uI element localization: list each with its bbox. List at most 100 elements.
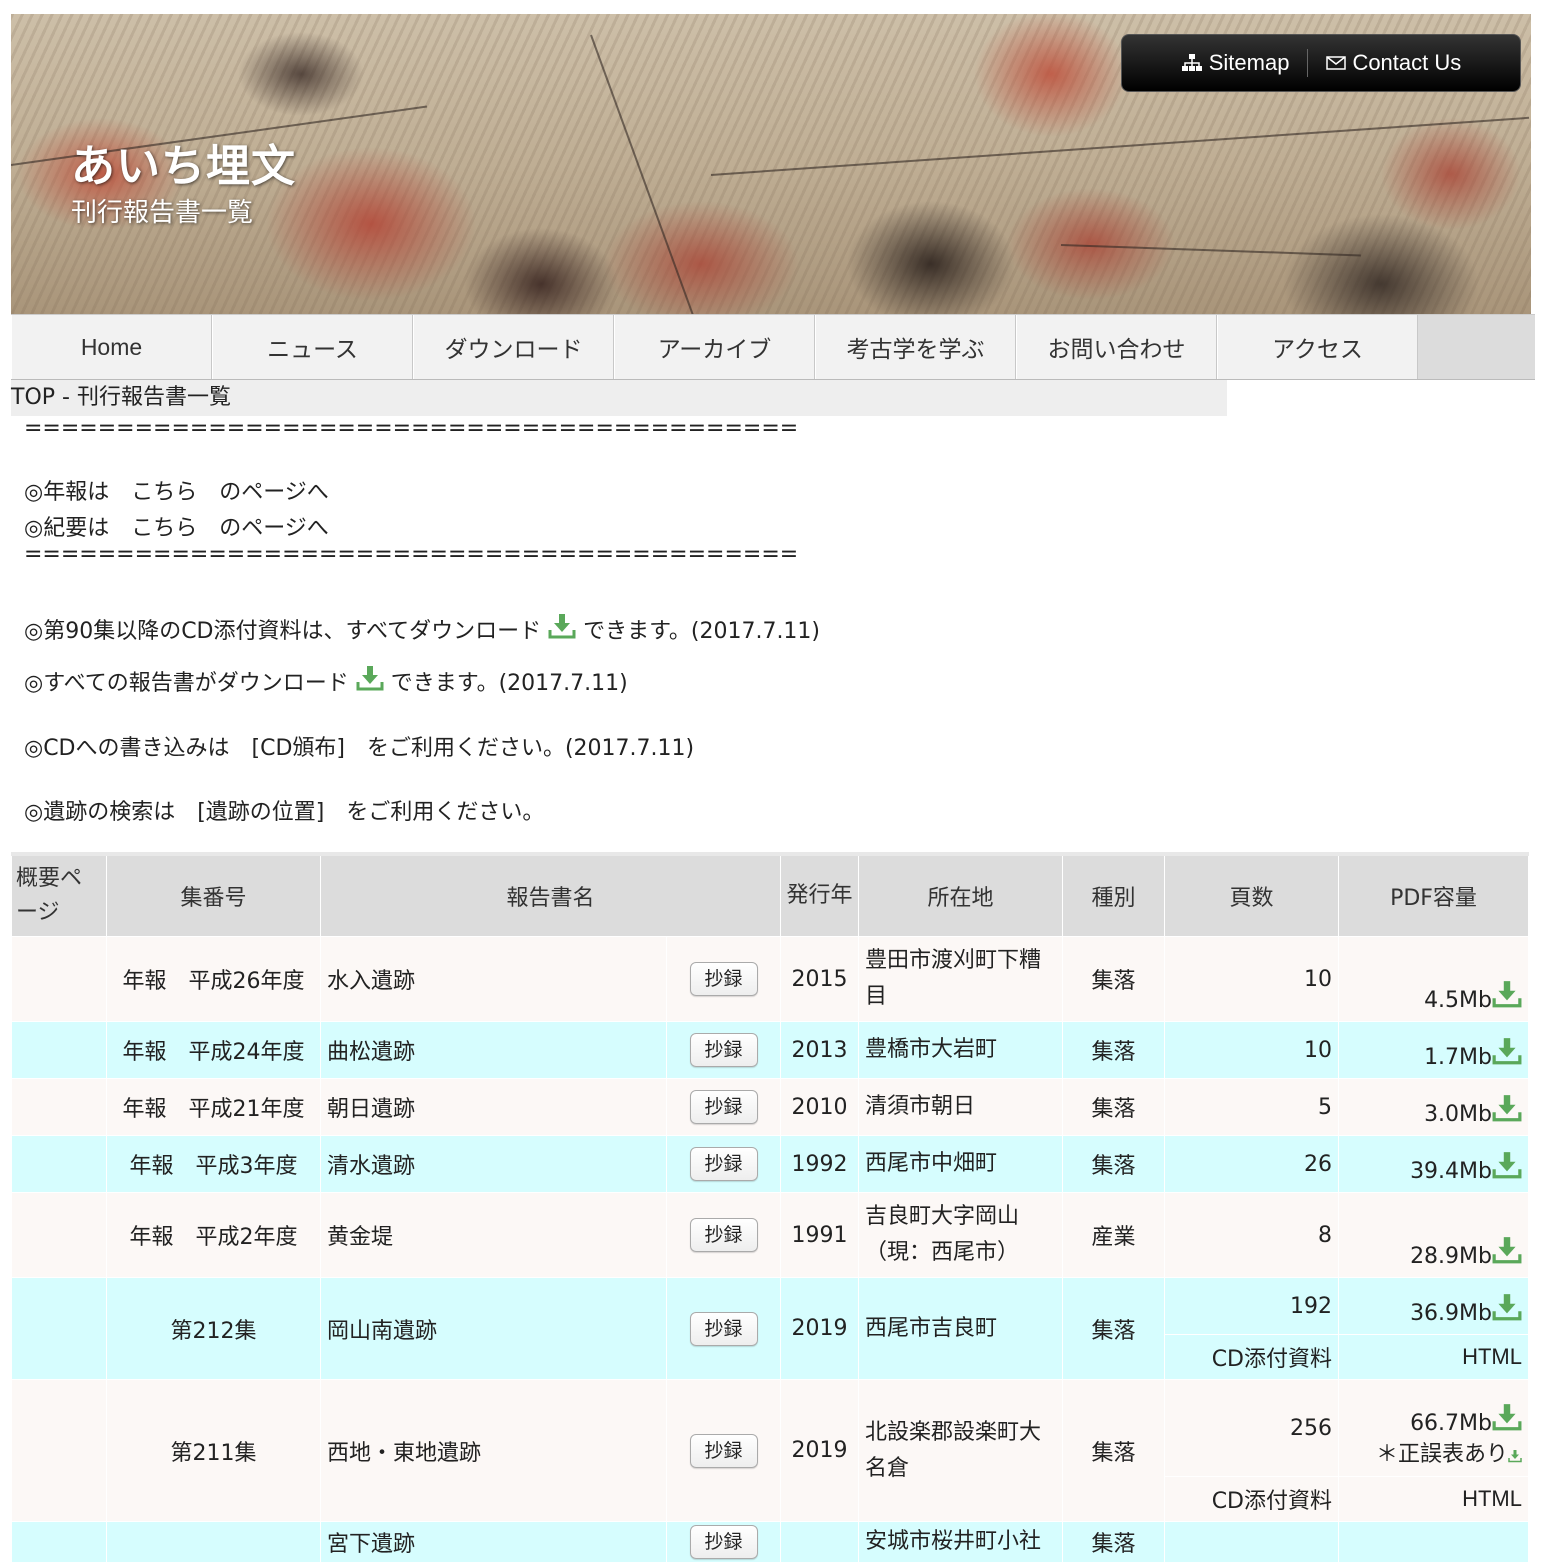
- sitemap-label: Sitemap: [1208, 50, 1290, 75]
- col-header-number: 集番号: [106, 852, 321, 937]
- download-icon[interactable]: [1492, 1036, 1522, 1066]
- download-icon[interactable]: [1492, 1150, 1522, 1180]
- note-all-download: ◎すべての報告書がダウンロード できます。(2017.7.11): [24, 664, 628, 697]
- download-icon[interactable]: [1492, 1235, 1522, 1265]
- abstract-button[interactable]: 抄録: [689, 1147, 758, 1181]
- sitemap-link[interactable]: Sitemap: [1181, 50, 1290, 76]
- download-icon[interactable]: [1492, 1093, 1522, 1123]
- top-links: Sitemap Contact Us: [1121, 34, 1521, 92]
- abstract-button[interactable]: 抄録: [689, 1311, 758, 1346]
- pdf-size-label[interactable]: 1.7Mb: [1424, 1045, 1492, 1070]
- download-icon[interactable]: [1508, 1449, 1522, 1463]
- report-number: 年報 平成21年度: [106, 1078, 321, 1136]
- pdf-size-label[interactable]: 36.9Mb: [1410, 1301, 1492, 1326]
- download-icon[interactable]: [1492, 1292, 1522, 1322]
- note-cd-write[interactable]: ◎CDへの書き込みは [CD頒布] をご利用ください。(2017.7.11): [24, 730, 694, 762]
- col-header-pdf: PDF容量: [1338, 852, 1529, 937]
- report-number: [106, 1521, 321, 1563]
- nav-access[interactable]: アクセス: [1217, 315, 1418, 379]
- pdf-size-label[interactable]: 4.5Mb: [1424, 988, 1492, 1013]
- abstract-cell: 抄録: [666, 1192, 781, 1278]
- nav-contact[interactable]: お問い合わせ: [1016, 315, 1217, 379]
- nav-learn[interactable]: 考古学を学ぶ: [815, 315, 1016, 379]
- page-count: 5: [1164, 1078, 1339, 1136]
- note-cd-date: できます。(2017.7.11): [583, 619, 821, 644]
- site-type: 集落: [1062, 1135, 1165, 1193]
- report-title[interactable]: 宮下遺跡: [320, 1521, 667, 1563]
- overview-cell[interactable]: [11, 1277, 107, 1380]
- location-line: 吉良町大字岡山: [865, 1204, 1020, 1229]
- report-number: 第212集: [106, 1277, 321, 1380]
- abstract-cell: 抄録: [666, 1521, 781, 1563]
- report-title[interactable]: 西地・東地遺跡: [320, 1379, 667, 1522]
- abstract-button[interactable]: 抄録: [689, 1090, 758, 1124]
- report-title[interactable]: 黄金堤: [320, 1192, 667, 1278]
- overview-cell[interactable]: [11, 1379, 107, 1522]
- page-count: 192: [1164, 1277, 1339, 1335]
- overview-cell[interactable]: [11, 1078, 107, 1136]
- abstract-button[interactable]: 抄録: [689, 1218, 758, 1252]
- page-count: 8: [1164, 1192, 1339, 1278]
- page-count: 10: [1164, 1021, 1339, 1079]
- overview-cell[interactable]: [11, 1135, 107, 1193]
- location: 清須市朝日: [858, 1078, 1063, 1136]
- nav-home[interactable]: Home: [11, 315, 212, 379]
- publish-year: 2019: [780, 1379, 859, 1522]
- publish-year: [780, 1521, 859, 1563]
- overview-cell[interactable]: [11, 936, 107, 1022]
- pdf-size-label[interactable]: 66.7Mb: [1410, 1411, 1492, 1436]
- col-header-location: 所在地: [858, 852, 1063, 937]
- table-row: 年報 平成2年度 黄金堤 抄録 1991 吉良町大字岡山 （現：西尾市） 産業 8 28.9Mb: [11, 1192, 1529, 1278]
- nav-download[interactable]: ダウンロード: [413, 315, 614, 379]
- publish-year: 2013: [780, 1021, 859, 1079]
- page-count: 26: [1164, 1135, 1339, 1193]
- pdf-size: 36.9Mb: [1338, 1277, 1529, 1335]
- abstract-button[interactable]: 抄録: [689, 1433, 758, 1468]
- nav-archive[interactable]: アーカイブ: [614, 315, 815, 379]
- note-nenpo[interactable]: ◎年報は こちら のページへ: [24, 474, 329, 506]
- page-count: 256: [1164, 1379, 1339, 1477]
- report-title[interactable]: 水入遺跡: [320, 936, 667, 1022]
- note-kiyo[interactable]: ◎紀要は こちら のページへ: [24, 510, 329, 542]
- sitemap-icon: [1181, 54, 1202, 71]
- cd-attachment-label[interactable]: CD添付資料: [1164, 1476, 1339, 1522]
- header-banner: あいち埋文 刊行報告書一覧 Sitemap Contact Us: [11, 14, 1531, 314]
- report-title[interactable]: 曲松遺跡: [320, 1021, 667, 1079]
- report-title[interactable]: 岡山南遺跡: [320, 1277, 667, 1380]
- cd-html-link[interactable]: HTML: [1338, 1334, 1529, 1380]
- pdf-size-label[interactable]: 39.4Mb: [1410, 1159, 1492, 1184]
- report-number: 年報 平成24年度: [106, 1021, 321, 1079]
- site-type: 集落: [1062, 1521, 1165, 1563]
- report-title[interactable]: 朝日遺跡: [320, 1078, 667, 1136]
- report-title[interactable]: 清水遺跡: [320, 1135, 667, 1193]
- abstract-button[interactable]: 抄録: [689, 1525, 758, 1559]
- site-type: 集落: [1062, 1277, 1165, 1380]
- top-links-divider: [1307, 49, 1309, 77]
- abstract-button[interactable]: 抄録: [689, 962, 758, 996]
- errata-label[interactable]: ＊正誤表あり: [1376, 1442, 1508, 1467]
- overview-cell[interactable]: [11, 1521, 107, 1563]
- download-icon[interactable]: [548, 612, 576, 640]
- cd-attachment-label[interactable]: CD添付資料: [1164, 1334, 1339, 1380]
- main-nav: Home ニュース ダウンロード アーカイブ 考古学を学ぶ お問い合わせ アクセ…: [11, 314, 1535, 380]
- download-icon[interactable]: [1492, 1402, 1522, 1432]
- nav-news[interactable]: ニュース: [212, 315, 413, 379]
- note-all-text: ◎すべての報告書がダウンロード: [24, 671, 349, 696]
- page-count: 10: [1164, 936, 1339, 1022]
- overview-cell[interactable]: [11, 1192, 107, 1278]
- pdf-size-label[interactable]: 3.0Mb: [1424, 1102, 1492, 1127]
- abstract-button[interactable]: 抄録: [689, 1033, 758, 1067]
- col-header-overview: 概要ページ: [11, 852, 107, 937]
- cd-html-link[interactable]: HTML: [1338, 1476, 1529, 1522]
- pdf-size-label[interactable]: 28.9Mb: [1410, 1244, 1492, 1269]
- site-title[interactable]: あいち埋文: [71, 130, 296, 194]
- contact-link[interactable]: Contact Us: [1326, 50, 1461, 76]
- pdf-size: 28.9Mb: [1338, 1192, 1529, 1278]
- report-number: 年報 平成3年度: [106, 1135, 321, 1193]
- breadcrumb[interactable]: TOP - 刊行報告書一覧: [11, 380, 1227, 416]
- note-search[interactable]: ◎遺跡の検索は [遺跡の位置] をご利用ください。: [24, 794, 544, 826]
- download-icon[interactable]: [356, 664, 384, 692]
- overview-cell[interactable]: [11, 1021, 107, 1079]
- download-icon[interactable]: [1492, 979, 1522, 1009]
- table-row: 第212集 岡山南遺跡 抄録 2019 西尾市吉良町 集落 192 36.9Mb: [11, 1277, 1529, 1380]
